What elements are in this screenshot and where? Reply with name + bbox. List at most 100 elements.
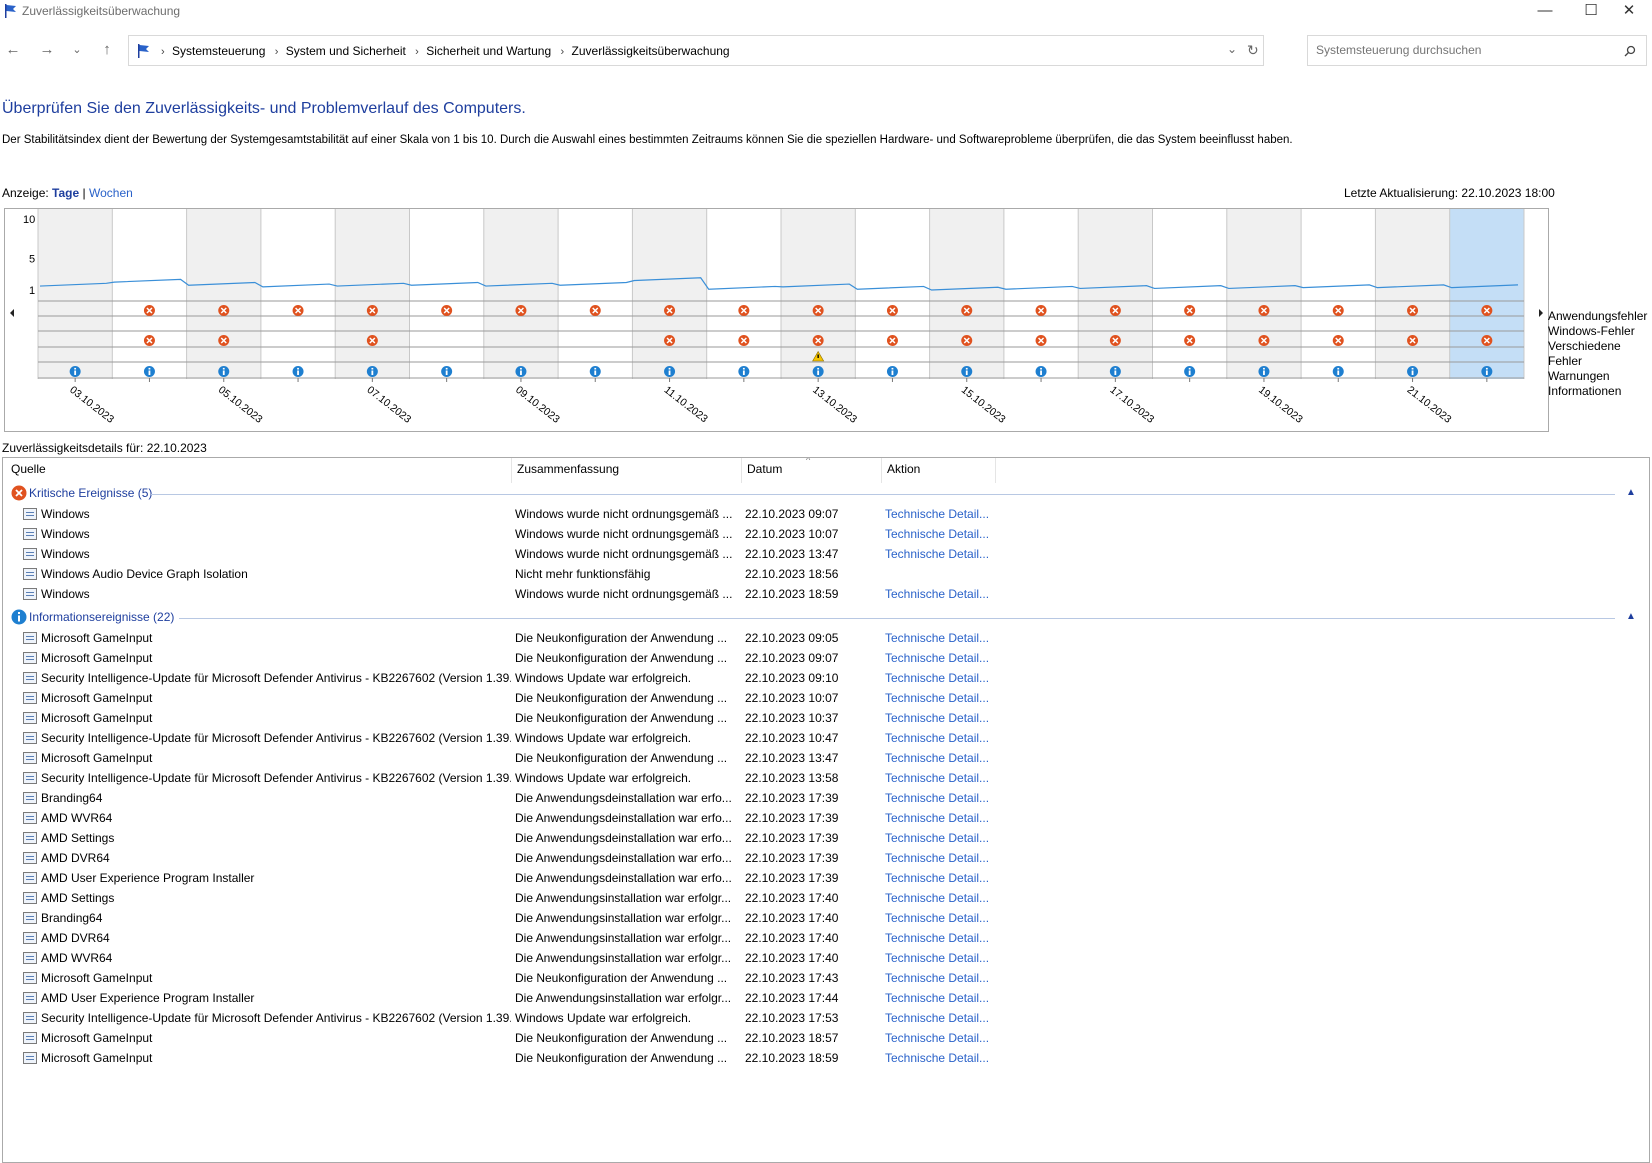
technical-details-link[interactable]: Technische Detail... <box>885 931 989 945</box>
breadcrumb-item-system-und-sicherheit[interactable]: System und Sicherheit <box>286 44 406 58</box>
breadcrumb-item-zuverlaessigkeitsueberwachung[interactable]: Zuverlässigkeitsüberwachung <box>572 44 730 58</box>
column-header-summary[interactable]: Zusammenfassung <box>517 462 619 476</box>
day-column-12.10.2023[interactable] <box>706 209 781 379</box>
table-row[interactable]: Security Intelligence-Update für Microso… <box>3 669 1643 689</box>
column-header-action[interactable]: Aktion <box>887 462 920 476</box>
technical-details-link[interactable]: Technische Detail... <box>885 771 989 785</box>
table-row[interactable]: AMD Settings Die Anwendungsinstallation w… <box>3 889 1643 909</box>
technical-details-link[interactable]: Technische Detail... <box>885 1051 989 1065</box>
scroll-right-arrow-icon[interactable] <box>1539 309 1543 317</box>
table-row[interactable]: Windows Windows wurde nicht ordnungsgemäß… <box>3 545 1643 565</box>
reliability-chart[interactable]: 10 5 1 03.10.2023 05.10.2023 07.10.2023 09.10.… <box>4 208 1549 432</box>
day-column-21.10.2023[interactable] <box>1375 209 1450 379</box>
day-column-15.10.2023[interactable] <box>929 209 1004 379</box>
refresh-icon[interactable]: ↻ <box>1247 42 1259 59</box>
day-column-18.10.2023[interactable] <box>1152 209 1227 379</box>
table-row[interactable]: Microsoft GameInput Die Neukonfiguration … <box>3 1049 1643 1069</box>
table-row[interactable]: AMD User Experience Program Installer Die… <box>3 869 1643 889</box>
technical-details-link[interactable]: Technische Detail... <box>885 871 989 885</box>
table-row[interactable]: Branding64 Die Anwendungsinstallation war… <box>3 909 1643 929</box>
technical-details-link[interactable]: Technische Detail... <box>885 811 989 825</box>
table-row[interactable]: Security Intelligence-Update für Microso… <box>3 769 1643 789</box>
breadcrumb-item-sicherheit-und-wartung[interactable]: Sicherheit und Wartung <box>426 44 551 58</box>
day-column-08.10.2023[interactable] <box>409 209 484 379</box>
table-row[interactable]: Branding64 Die Anwendungsdeinstallation w… <box>3 789 1643 809</box>
view-weeks-link[interactable]: Wochen <box>89 186 133 200</box>
table-row[interactable]: Windows Windows wurde nicht ordnungsgemäß… <box>3 505 1643 525</box>
day-column-11.10.2023[interactable] <box>632 209 707 379</box>
table-row[interactable]: Security Intelligence-Update für Microso… <box>3 729 1643 749</box>
group-title[interactable]: Informationsereignisse (22) <box>29 610 174 624</box>
technical-details-link[interactable]: Technische Detail... <box>885 911 989 925</box>
day-column-20.10.2023[interactable] <box>1301 209 1376 379</box>
group-collapse-chevron-icon[interactable]: ▲ <box>1626 487 1636 498</box>
search-input[interactable] <box>1316 43 1616 57</box>
reliability-chart-svg[interactable]: 10 5 1 03.10.2023 05.10.2023 07.10.2023 09.10.… <box>5 209 1548 431</box>
recent-locations-chevron-icon[interactable]: ⌄ <box>66 40 88 62</box>
day-column-05.10.2023[interactable] <box>186 209 261 379</box>
table-row[interactable]: Microsoft GameInput Die Neukonfiguration … <box>3 649 1643 669</box>
technical-details-link[interactable]: Technische Detail... <box>885 1031 989 1045</box>
day-column-07.10.2023[interactable] <box>335 209 410 379</box>
breadcrumb-item-systemsteuerung[interactable]: Systemsteuerung <box>172 44 265 58</box>
column-header-date[interactable]: Datum <box>747 462 782 476</box>
technical-details-link[interactable]: Technische Detail... <box>885 507 989 521</box>
technical-details-link[interactable]: Technische Detail... <box>885 651 989 665</box>
address-dropdown-chevron-icon[interactable]: ⌄ <box>1227 42 1237 56</box>
table-row[interactable]: AMD User Experience Program Installer Die… <box>3 989 1643 1009</box>
day-column-10.10.2023[interactable] <box>558 209 633 379</box>
table-row[interactable]: AMD WVR64 Die Anwendungsinstallation war … <box>3 949 1643 969</box>
day-column-06.10.2023[interactable] <box>260 209 336 379</box>
view-days-link[interactable]: Tage <box>52 186 79 200</box>
technical-details-link[interactable]: Technische Detail... <box>885 851 989 865</box>
minimize-button[interactable]: — <box>1522 0 1568 24</box>
technical-details-link[interactable]: Technische Detail... <box>885 691 989 705</box>
technical-details-link[interactable]: Technische Detail... <box>885 791 989 805</box>
table-row[interactable]: AMD WVR64 Die Anwendungsdeinstallation wa… <box>3 809 1643 829</box>
table-row[interactable]: AMD DVR64 Die Anwendungsinstallation war … <box>3 929 1643 949</box>
table-row[interactable]: AMD DVR64 Die Anwendungsdeinstallation wa… <box>3 849 1643 869</box>
table-row[interactable]: Microsoft GameInput Die Neukonfiguration … <box>3 709 1643 729</box>
column-separator[interactable] <box>511 458 512 483</box>
back-arrow-icon[interactable]: ← <box>2 40 24 62</box>
forward-arrow-icon[interactable]: → <box>36 40 58 62</box>
up-arrow-icon[interactable]: ↑ <box>96 40 118 62</box>
column-separator[interactable] <box>995 458 996 483</box>
day-column-14.10.2023[interactable] <box>855 209 930 379</box>
technical-details-link[interactable]: Technische Detail... <box>885 671 989 685</box>
day-column-03.10.2023[interactable] <box>38 209 113 379</box>
table-row[interactable]: Windows Windows wurde nicht ordnungsgemäß… <box>3 585 1643 605</box>
technical-details-link[interactable]: Technische Detail... <box>885 951 989 965</box>
day-column-17.10.2023[interactable] <box>1078 209 1153 379</box>
day-column-19.10.2023[interactable] <box>1226 209 1302 379</box>
day-column-09.10.2023[interactable] <box>483 209 559 379</box>
close-button[interactable]: ✕ <box>1606 0 1652 24</box>
column-header-source[interactable]: Quelle <box>11 462 46 476</box>
technical-details-link[interactable]: Technische Detail... <box>885 631 989 645</box>
search-icon[interactable] <box>1624 45 1636 57</box>
table-row[interactable]: AMD Settings Die Anwendungsdeinstallation… <box>3 829 1643 849</box>
group-collapse-chevron-icon[interactable]: ▲ <box>1626 611 1636 622</box>
table-row[interactable]: Windows Audio Device Graph Isolation Nich… <box>3 565 1643 585</box>
column-separator[interactable] <box>741 458 742 483</box>
technical-details-link[interactable]: Technische Detail... <box>885 547 989 561</box>
day-column-16.10.2023[interactable] <box>1003 209 1079 379</box>
table-row[interactable]: Security Intelligence-Update für Microso… <box>3 1009 1643 1029</box>
scroll-left-arrow-icon[interactable] <box>10 309 14 317</box>
technical-details-link[interactable]: Technische Detail... <box>885 527 989 541</box>
table-row[interactable]: Microsoft GameInput Die Neukonfiguration … <box>3 689 1643 709</box>
breadcrumb[interactable]: › Systemsteuerung › System und Sicherhei… <box>128 35 1264 66</box>
technical-details-link[interactable]: Technische Detail... <box>885 711 989 725</box>
day-column-22.10.2023[interactable] <box>1449 209 1524 379</box>
table-row[interactable]: Microsoft GameInput Die Neukonfiguration … <box>3 1029 1643 1049</box>
technical-details-link[interactable]: Technische Detail... <box>885 891 989 905</box>
column-separator[interactable] <box>881 458 882 483</box>
group-title[interactable]: Kritische Ereignisse (5) <box>29 486 152 500</box>
table-row[interactable]: Microsoft GameInput Die Neukonfiguration … <box>3 749 1643 769</box>
technical-details-link[interactable]: Technische Detail... <box>885 731 989 745</box>
technical-details-link[interactable]: Technische Detail... <box>885 587 989 601</box>
technical-details-link[interactable]: Technische Detail... <box>885 1011 989 1025</box>
technical-details-link[interactable]: Technische Detail... <box>885 751 989 765</box>
search-box[interactable] <box>1307 35 1647 66</box>
day-column-04.10.2023[interactable] <box>112 209 187 379</box>
